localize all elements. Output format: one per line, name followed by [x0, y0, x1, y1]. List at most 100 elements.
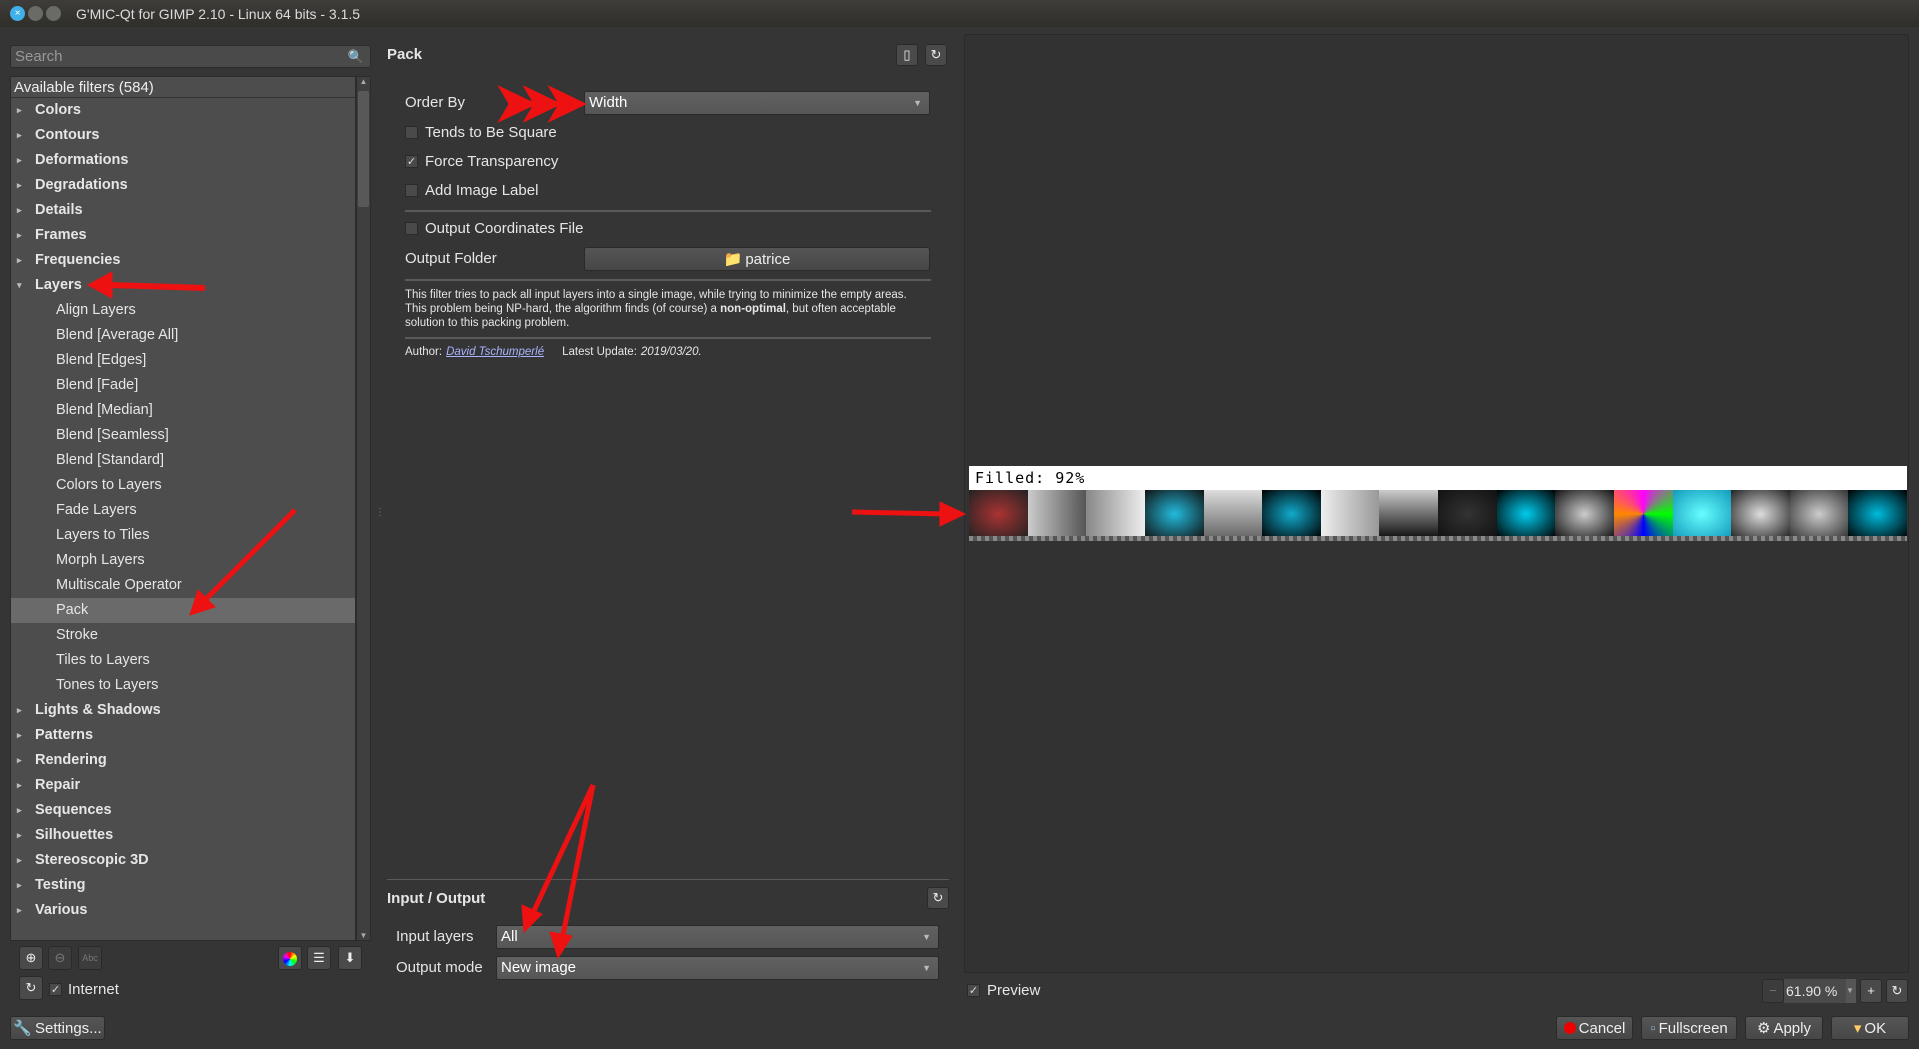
category-item[interactable]: ▸ Rendering	[11, 748, 355, 773]
scroll-up-icon[interactable]: ▲	[357, 77, 370, 86]
scrollbar-thumb[interactable]	[358, 91, 369, 207]
copy-command-button[interactable]: ▯	[896, 44, 918, 66]
filter-item[interactable]: Blend [Fade]	[11, 373, 355, 398]
zoom-level-field[interactable]: 61.90 %	[1784, 979, 1846, 1003]
input-layers-select[interactable]: All ▼	[496, 925, 939, 949]
ok-button[interactable]: ▾ OK	[1831, 1016, 1909, 1040]
search-input[interactable]: Search 🔍	[10, 45, 371, 68]
io-splitter[interactable]	[387, 879, 949, 880]
filter-item[interactable]: Layers to Tiles	[11, 523, 355, 548]
filter-item[interactable]: Align Layers	[11, 298, 355, 323]
category-item[interactable]: ▸ Lights & Shadows	[11, 698, 355, 723]
category-item[interactable]: ▸ Frequencies	[11, 248, 355, 273]
category-item[interactable]: ▸ Deformations	[11, 148, 355, 173]
checkbox-icon: ✓	[405, 155, 418, 168]
add-favorite-button[interactable]: ⊕	[19, 946, 43, 970]
filter-item[interactable]: Fade Layers	[11, 498, 355, 523]
tends-square-checkbox[interactable]: Tends to Be Square	[405, 124, 557, 141]
category-item[interactable]: ▸ Patterns	[11, 723, 355, 748]
visibility-list-button[interactable]: ☰	[307, 946, 331, 970]
category-item[interactable]: ▸ Repair	[11, 773, 355, 798]
category-item[interactable]: ▸ Details	[11, 198, 355, 223]
category-item[interactable]: ▸ Colors	[11, 98, 355, 123]
collapsed-icon[interactable]: ▸	[17, 98, 22, 123]
filter-item[interactable]: Tiles to Layers	[11, 648, 355, 673]
collapsed-icon[interactable]: ▸	[17, 723, 22, 748]
annotation-arrow	[497, 85, 587, 123]
color-wheel-button[interactable]	[278, 946, 302, 970]
zoom-dropdown-icon[interactable]: ▼	[1846, 979, 1856, 1003]
force-transparency-checkbox[interactable]: ✓ Force Transparency	[405, 153, 558, 170]
preview-area[interactable]: Filled: 92%	[964, 34, 1909, 973]
filter-tree-scrollbar[interactable]: ▲ ▼	[356, 76, 371, 941]
category-item[interactable]: ▸ Degradations	[11, 173, 355, 198]
filter-item[interactable]: Blend [Edges]	[11, 348, 355, 373]
collapsed-icon[interactable]: ▸	[17, 898, 22, 923]
remove-favorite-button: ⊖	[48, 946, 72, 970]
category-item[interactable]: ▸ Stereoscopic 3D	[11, 848, 355, 873]
packed-layer-thumbnail	[1555, 490, 1614, 538]
cancel-button[interactable]: Cancel	[1556, 1016, 1633, 1040]
apply-button[interactable]: ⚙ Apply	[1745, 1016, 1823, 1040]
category-item[interactable]: ▸ Silhouettes	[11, 823, 355, 848]
collapsed-icon[interactable]: ▸	[17, 748, 22, 773]
packed-layer-thumbnail	[1731, 490, 1790, 538]
output-folder-button[interactable]: 📁 patrice	[584, 247, 930, 271]
splitter-handle[interactable]: ⋮	[375, 508, 385, 518]
close-window-button[interactable]: ×	[10, 6, 25, 21]
zoom-in-button[interactable]: +	[1860, 979, 1882, 1003]
filter-item-selected[interactable]: Pack	[11, 598, 355, 623]
order-by-select[interactable]: Width ▼	[584, 91, 930, 115]
output-mode-select[interactable]: New image ▼	[496, 956, 939, 980]
filter-item[interactable]: Blend [Standard]	[11, 448, 355, 473]
preview-checkbox[interactable]: ✓ Preview	[967, 982, 1040, 999]
expanded-icon[interactable]: ▾	[17, 273, 22, 298]
filter-item[interactable]: Colors to Layers	[11, 473, 355, 498]
reset-parameters-button[interactable]: ↻	[925, 44, 947, 66]
author-label: Author:	[405, 346, 443, 358]
collapsed-icon[interactable]: ▸	[17, 798, 22, 823]
collapsed-icon[interactable]: ▸	[17, 698, 22, 723]
filter-item[interactable]: Multiscale Operator	[11, 573, 355, 598]
collapsed-icon[interactable]: ▸	[17, 248, 22, 273]
category-item[interactable]: ▸ Contours	[11, 123, 355, 148]
category-item[interactable]: ▸ Various	[11, 898, 355, 923]
scroll-down-icon[interactable]: ▼	[357, 931, 370, 940]
add-image-label-checkbox[interactable]: Add Image Label	[405, 182, 538, 199]
filter-item[interactable]: Stroke	[11, 623, 355, 648]
collapsed-icon[interactable]: ▸	[17, 773, 22, 798]
category-item[interactable]: ▸ Frames	[11, 223, 355, 248]
author-link[interactable]: David Tschumperlé	[446, 346, 544, 358]
category-item-layers[interactable]: ▾ Layers	[11, 273, 355, 298]
collapsed-icon[interactable]: ▸	[17, 823, 22, 848]
filter-item[interactable]: Tones to Layers	[11, 673, 355, 698]
download-button[interactable]: ⬇	[338, 946, 362, 970]
filter-item[interactable]: Morph Layers	[11, 548, 355, 573]
category-item[interactable]: ▸ Sequences	[11, 798, 355, 823]
fullscreen-button[interactable]: ▫ Fullscreen	[1641, 1016, 1737, 1040]
internet-checkbox[interactable]: ✓ Internet	[49, 981, 119, 998]
filter-item[interactable]: Blend [Average All]	[11, 323, 355, 348]
output-coordinates-checkbox[interactable]: Output Coordinates File	[405, 220, 583, 237]
cancel-icon	[1563, 1022, 1576, 1034]
collapsed-icon[interactable]: ▸	[17, 198, 22, 223]
minimize-window-button[interactable]	[28, 6, 43, 21]
filter-item[interactable]: Blend [Seamless]	[11, 423, 355, 448]
collapsed-icon[interactable]: ▸	[17, 123, 22, 148]
reset-io-button[interactable]: ↻	[927, 887, 949, 909]
zoom-out-button[interactable]: −	[1762, 979, 1784, 1003]
reset-zoom-button[interactable]: ↻	[1886, 979, 1908, 1003]
collapsed-icon[interactable]: ▸	[17, 223, 22, 248]
collapsed-icon[interactable]: ▸	[17, 848, 22, 873]
refresh-filters-button[interactable]: ↻	[19, 976, 43, 1000]
filter-item[interactable]: Blend [Median]	[11, 398, 355, 423]
collapsed-icon[interactable]: ▸	[17, 173, 22, 198]
filter-tree[interactable]: Available filters (584) ▸ Colors ▸ Contours…	[10, 76, 356, 941]
maximize-window-button[interactable]	[46, 6, 61, 21]
separator	[405, 337, 931, 339]
collapsed-icon[interactable]: ▸	[17, 873, 22, 898]
input-layers-value: All	[501, 928, 518, 945]
category-item[interactable]: ▸ Testing	[11, 873, 355, 898]
collapsed-icon[interactable]: ▸	[17, 148, 22, 173]
settings-button[interactable]: 🔧 Settings...	[10, 1016, 105, 1040]
